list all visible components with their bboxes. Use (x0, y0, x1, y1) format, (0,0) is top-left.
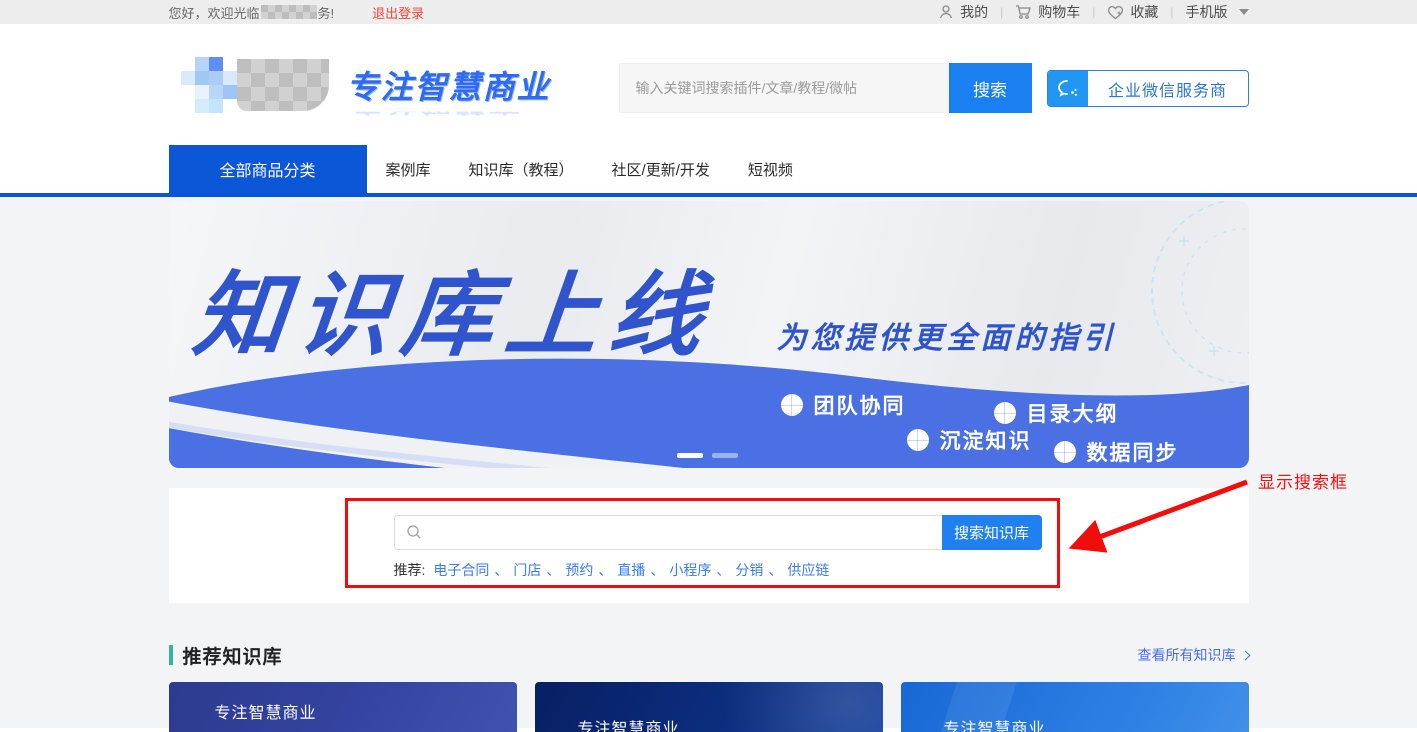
section-accent-bar (169, 645, 173, 665)
view-all-link[interactable]: 查看所有知识库 (1138, 645, 1249, 665)
cart-label: 购物车 (1038, 2, 1080, 22)
logo-slogan-reflection: 专注智慧商业 (347, 112, 522, 121)
my-account-link[interactable]: 我的 (938, 2, 988, 22)
tag-booking[interactable]: 预约 (565, 560, 593, 580)
logo-pixelated-icon (181, 57, 237, 113)
nav-case-library[interactable]: 案例库 (367, 145, 450, 193)
search-icon (406, 524, 422, 540)
logo-slogan-text: 专注智慧商业 (347, 62, 522, 108)
wechat-service-label: 企业微信服务商 (1088, 71, 1248, 106)
logo-pixelated-name (237, 59, 329, 111)
greeting-text: 您好，欢迎光临 (169, 3, 260, 22)
cart-link[interactable]: 购物车 (1015, 2, 1080, 22)
nav-short-video[interactable]: 短视频 (729, 145, 812, 193)
user-icon (938, 4, 954, 20)
tag-e-contract[interactable]: 电子合同 (433, 560, 489, 580)
nav-community[interactable]: 社区/更新/开发 (593, 145, 729, 193)
greeting-suffix: 务! (318, 3, 335, 22)
divider: | (1170, 5, 1173, 19)
banner-badge-outline: 目录大纲 (994, 398, 1119, 428)
knowledge-card[interactable]: 专注智慧商业 (535, 682, 883, 732)
knowledge-search-input[interactable] (394, 515, 942, 550)
knowledge-cards: 专注智慧商业 专注智慧商业 专注智慧商业 (169, 682, 1249, 732)
view-all-label: 查看所有知识库 (1138, 645, 1236, 665)
tag-live[interactable]: 直播 (617, 560, 645, 580)
blurred-username (261, 5, 317, 19)
tag-store[interactable]: 门店 (513, 560, 541, 580)
logout-link[interactable]: 退出登录 (372, 3, 424, 22)
mobile-version-label: 手机版 (1186, 2, 1228, 22)
card-title: 专注智慧商业 (944, 715, 1046, 732)
carousel-indicators (677, 453, 738, 458)
knowledge-card[interactable]: 专注智慧商业 (901, 682, 1249, 732)
knowledge-card[interactable]: 专注智慧商业 (169, 682, 517, 732)
knowledge-search-panel: 搜索知识库 推荐: 电子合同、 门店、 预约、 直播、 小程序、 分销、 供应链 (169, 488, 1249, 603)
nav-knowledge-base[interactable]: 知识库（教程） (450, 145, 593, 193)
annotation-label: 显示搜索框 (1258, 468, 1348, 493)
favorites-link[interactable]: 收藏 (1107, 2, 1158, 22)
heart-icon (1107, 5, 1124, 20)
logo-slogan: 专注智慧商业 专注智慧商业 (347, 62, 522, 124)
header-search-button[interactable]: 搜索 (949, 63, 1032, 113)
chevron-right-icon (1240, 650, 1250, 660)
section-title: 推荐知识库 (183, 642, 283, 669)
wechat-service-button[interactable]: 企业微信服务商 (1047, 70, 1249, 107)
badge-circle-icon (781, 394, 803, 416)
recommend-label: 推荐: (394, 560, 426, 580)
badge-circle-icon (1054, 441, 1076, 463)
hero-banner[interactable]: 知识库上线 为您提供更全面的指引 团队协同 目录大纲 沉淀知识 数据同步 (169, 201, 1249, 468)
banner-badge-sync: 数据同步 (1054, 437, 1179, 467)
my-account-label: 我的 (960, 2, 988, 22)
carousel-dot[interactable] (712, 453, 738, 458)
knowledge-search-button[interactable]: 搜索知识库 (942, 515, 1042, 550)
banner-badge-team: 团队协同 (781, 390, 906, 420)
badge-circle-icon (907, 429, 929, 451)
favorites-label: 收藏 (1130, 2, 1158, 22)
card-title: 专注智慧商业 (578, 715, 680, 732)
badge-circle-icon (994, 402, 1016, 424)
tag-distribution[interactable]: 分销 (735, 560, 763, 580)
recommended-section-header: 推荐知识库 查看所有知识库 (169, 641, 1249, 669)
main-content: 知识库上线 为您提供更全面的指引 团队协同 目录大纲 沉淀知识 数据同步 搜索知… (0, 197, 1417, 728)
divider: | (1092, 5, 1095, 19)
topbar: 您好，欢迎光临 务! 退出登录 我的 | 购物车 | 收藏 | (0, 0, 1417, 24)
site-header: 专注智慧商业 专注智慧商业 搜索 企业微信服务商 (0, 24, 1417, 145)
carousel-dot-active[interactable] (677, 453, 703, 458)
page: 您好，欢迎光临 务! 退出登录 我的 | 购物车 | 收藏 | (0, 0, 1417, 732)
header-search-input[interactable] (619, 63, 949, 113)
topbar-menu: 我的 | 购物车 | 收藏 | 手机版 (938, 2, 1248, 22)
nav-all-categories[interactable]: 全部商品分类 (169, 145, 367, 193)
banner-subtitle: 为您提供更全面的指引 (777, 313, 1117, 357)
wechat-icon (1048, 71, 1088, 106)
caret-down-icon (1239, 9, 1249, 15)
cart-icon (1015, 4, 1032, 20)
card-title: 专注智慧商业 (215, 699, 317, 723)
banner-title: 知识库上线 (188, 241, 722, 374)
main-nav: 全部商品分类 案例库 知识库（教程） 社区/更新/开发 短视频 (0, 145, 1417, 197)
tag-supply-chain[interactable]: 供应链 (787, 560, 829, 580)
recommend-tags: 推荐: 电子合同、 门店、 预约、 直播、 小程序、 分销、 供应链 (394, 560, 830, 580)
banner-badge-knowledge: 沉淀知识 (907, 425, 1032, 455)
mobile-version-menu[interactable]: 手机版 (1186, 2, 1249, 22)
divider: | (1000, 5, 1003, 19)
tag-miniprogram[interactable]: 小程序 (669, 560, 711, 580)
header-search: 搜索 (619, 63, 1032, 113)
